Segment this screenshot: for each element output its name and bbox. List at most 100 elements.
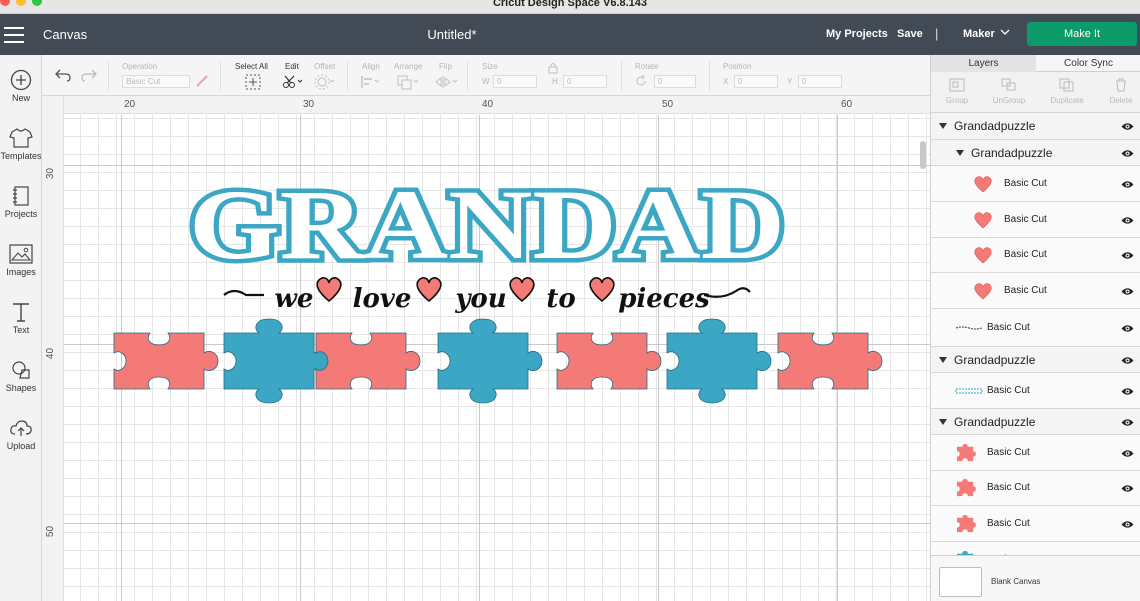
rotate-input[interactable]: 0 xyxy=(654,75,696,88)
layer-row[interactable]: Basic Cut xyxy=(931,202,1140,238)
undo-icon[interactable] xyxy=(54,67,72,83)
edit-scissors-icon[interactable] xyxy=(282,74,304,90)
height-input[interactable]: 0 xyxy=(563,75,607,88)
visibility-eye-icon[interactable] xyxy=(1121,520,1134,529)
design-canvas[interactable]: GRANDAD we love you to pieces xyxy=(64,115,930,601)
align-label: Align xyxy=(362,62,380,71)
puzzle-piece[interactable] xyxy=(315,332,421,390)
visibility-eye-icon[interactable] xyxy=(1121,149,1134,158)
layer-group-row[interactable]: Grandadpuzzle xyxy=(931,347,1140,373)
visibility-eye-icon[interactable] xyxy=(1121,387,1134,396)
expand-caret-icon[interactable] xyxy=(956,149,964,156)
lock-icon[interactable] xyxy=(548,62,558,74)
layer-group-row[interactable]: Grandadpuzzle xyxy=(931,409,1140,435)
script-word[interactable]: you xyxy=(454,284,506,314)
puzzle-piece[interactable] xyxy=(666,318,772,404)
sidebar-item-shapes[interactable]: Shapes xyxy=(0,359,42,393)
ruler-tick-label: 60 xyxy=(841,99,853,110)
visibility-eye-icon[interactable] xyxy=(1121,449,1134,458)
flip-icon[interactable] xyxy=(434,74,460,90)
visibility-eye-icon[interactable] xyxy=(1121,356,1134,365)
script-word[interactable]: pieces xyxy=(618,284,710,314)
heart-shape[interactable] xyxy=(509,277,535,303)
sidebar-label: Templates xyxy=(0,151,42,161)
visibility-eye-icon[interactable] xyxy=(1121,122,1134,131)
save-button[interactable]: Save xyxy=(897,28,923,40)
edit-label: Edit xyxy=(285,62,299,71)
delete-button[interactable]: Delete xyxy=(1095,78,1140,105)
layer-group-row[interactable]: Grandadpuzzle xyxy=(931,140,1140,166)
expand-caret-icon[interactable] xyxy=(939,418,947,425)
visibility-eye-icon[interactable] xyxy=(1121,418,1134,427)
toolbar-divider xyxy=(108,61,109,91)
sidebar-item-images[interactable]: Images xyxy=(0,243,42,277)
script-word[interactable]: we xyxy=(275,284,314,314)
heart-shape[interactable] xyxy=(589,277,615,303)
layer-row[interactable]: Basic Cut xyxy=(931,238,1140,273)
select-all-label: Select All xyxy=(235,62,268,71)
canvas-vertical-scrollbar[interactable] xyxy=(920,141,926,169)
rotate-icon[interactable] xyxy=(634,74,648,88)
puzzle-piece[interactable] xyxy=(223,318,329,404)
machine-selector[interactable]: Maker xyxy=(963,28,995,40)
duplicate-button[interactable]: Duplicate xyxy=(1041,78,1093,105)
visibility-eye-icon[interactable] xyxy=(1121,484,1134,493)
visibility-eye-icon[interactable] xyxy=(1121,287,1134,296)
sidebar-item-text[interactable]: Text xyxy=(0,301,42,335)
my-projects-link[interactable]: My Projects xyxy=(826,28,888,40)
x-position-input[interactable]: 0 xyxy=(734,75,778,88)
visibility-eye-icon[interactable] xyxy=(1121,216,1134,225)
design-artwork[interactable]: GRANDAD we love you to pieces xyxy=(64,115,930,601)
visibility-eye-icon[interactable] xyxy=(1121,324,1134,333)
y-position-input[interactable]: 0 xyxy=(798,75,842,88)
ruler-tick-label: 40 xyxy=(45,347,57,360)
select-all-icon[interactable] xyxy=(245,74,261,90)
redo-icon[interactable] xyxy=(80,67,98,83)
layer-row[interactable]: Basic Cut xyxy=(931,273,1140,309)
align-icon[interactable] xyxy=(360,74,382,90)
tab-color-sync[interactable]: Color Sync xyxy=(1036,55,1140,72)
headline-text[interactable]: GRANDAD xyxy=(185,165,790,285)
layer-row[interactable]: Basic Cut xyxy=(931,166,1140,202)
puzzle-piece[interactable] xyxy=(113,332,219,390)
sidebar-item-templates[interactable]: Templates xyxy=(0,127,42,161)
offset-icon[interactable] xyxy=(314,74,336,90)
layer-row[interactable]: Basic Cut xyxy=(931,435,1140,471)
sidebar-item-upload[interactable]: Upload xyxy=(0,417,42,451)
puzzle-piece[interactable] xyxy=(556,332,662,390)
heart-shape[interactable] xyxy=(416,277,442,303)
puzzle-piece[interactable] xyxy=(777,332,883,390)
toolbar-divider xyxy=(621,61,622,91)
visibility-eye-icon[interactable] xyxy=(1121,180,1134,189)
puzzle-row[interactable] xyxy=(113,318,883,404)
width-input[interactable]: 0 xyxy=(493,75,537,88)
heart-shape[interactable] xyxy=(316,277,342,303)
sidebar-item-projects[interactable]: Projects xyxy=(0,185,42,219)
script-word[interactable]: to xyxy=(546,284,575,314)
pen-color-icon[interactable] xyxy=(194,73,210,89)
group-button[interactable]: Group xyxy=(931,78,983,105)
layer-row[interactable]: Basic Cut xyxy=(931,471,1140,506)
make-it-button[interactable]: Make It xyxy=(1027,22,1137,46)
operation-select[interactable]: Basic Cut xyxy=(122,75,190,88)
toolbar-divider xyxy=(709,61,710,91)
layer-row[interactable]: Basic Cut xyxy=(931,506,1140,542)
arrange-icon[interactable] xyxy=(396,74,420,90)
ruler-tick-label: 30 xyxy=(45,167,57,180)
document-title[interactable]: Untitled* xyxy=(0,27,904,42)
left-sidebar: New Templates Projects Images Text Shape… xyxy=(0,55,42,601)
layer-group-row[interactable]: Grandadpuzzle xyxy=(931,113,1140,140)
tab-layers[interactable]: Layers xyxy=(931,55,1036,72)
ungroup-button[interactable]: UnGroup xyxy=(983,78,1035,105)
blank-canvas-swatch[interactable] xyxy=(939,567,982,597)
sidebar-item-new[interactable]: New xyxy=(0,69,42,103)
expand-caret-icon[interactable] xyxy=(939,356,947,363)
expand-caret-icon[interactable] xyxy=(939,123,947,129)
layer-row[interactable]: Basic Cut xyxy=(931,309,1140,347)
layer-row[interactable]: Basic Cut xyxy=(931,542,1140,555)
layer-row[interactable]: Basic Cut xyxy=(931,373,1140,409)
visibility-eye-icon[interactable] xyxy=(1121,251,1134,260)
chevron-down-icon[interactable] xyxy=(1000,27,1010,37)
script-word[interactable]: love xyxy=(353,284,412,314)
puzzle-piece[interactable] xyxy=(437,318,543,404)
